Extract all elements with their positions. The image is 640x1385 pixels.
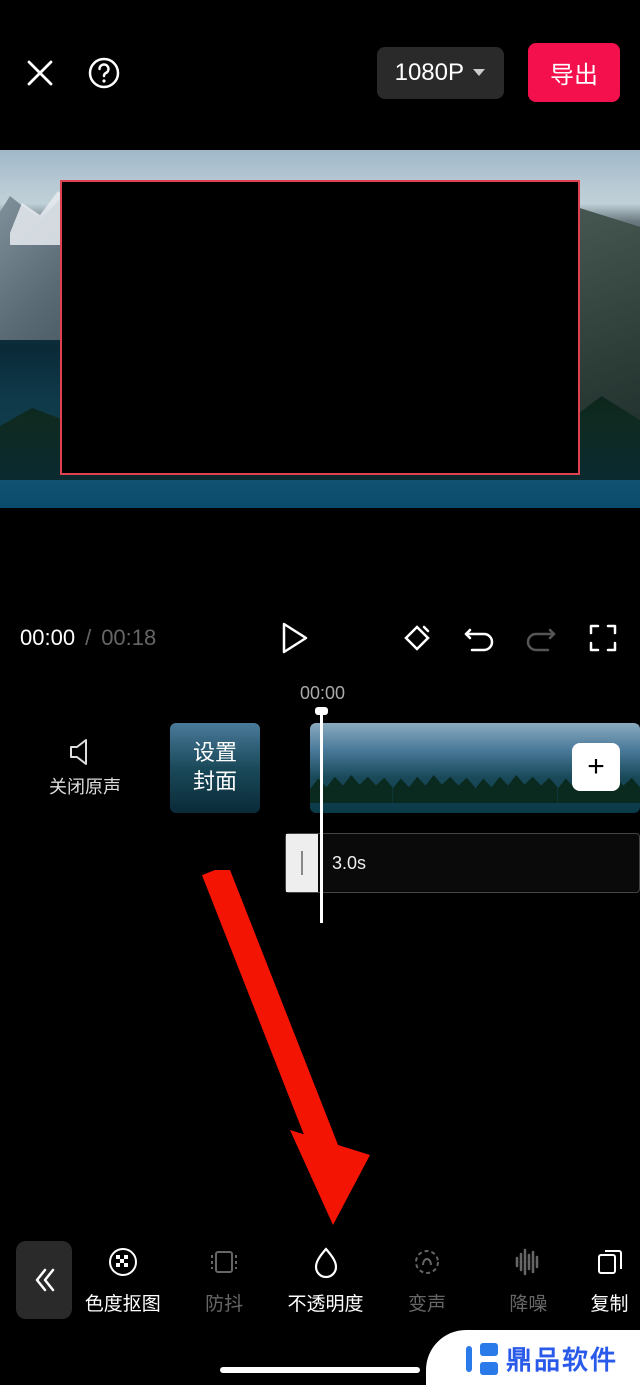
clip-handle[interactable] [286, 834, 318, 892]
audio-clip[interactable]: 3.0s [285, 833, 640, 893]
audio-duration: 3.0s [332, 853, 366, 874]
time-current: 00:00 [20, 625, 75, 651]
speaker-icon [68, 737, 102, 767]
tool-stabilize[interactable]: 防抖 [173, 1245, 274, 1316]
mute-toggle[interactable]: 关闭原声 [0, 737, 170, 799]
overlay-clip-bounds[interactable] [60, 180, 580, 475]
chevron-down-icon [472, 68, 486, 78]
mute-label: 关闭原声 [49, 773, 121, 799]
tool-denoise[interactable]: 降噪 [478, 1245, 579, 1316]
opacity-icon [309, 1245, 343, 1279]
close-icon[interactable] [20, 53, 60, 93]
collapse-button[interactable] [16, 1241, 72, 1319]
stabilize-icon [207, 1245, 241, 1279]
tool-bar: 色度抠图 防抖 不透明度 变声 降噪 复制 [0, 1220, 640, 1340]
time-total: 00:18 [101, 625, 156, 651]
fullscreen-icon[interactable] [586, 621, 620, 655]
tool-voice[interactable]: 变声 [376, 1245, 477, 1316]
tool-copy[interactable]: 复制 [579, 1245, 640, 1316]
tool-chroma[interactable]: 色度抠图 [72, 1245, 173, 1316]
voice-icon [410, 1245, 444, 1279]
watermark: 鼎品软件 [426, 1330, 640, 1385]
resolution-label: 1080P [395, 59, 464, 87]
set-cover-button[interactable]: 设置 封面 [170, 723, 260, 813]
home-indicator [220, 1367, 420, 1373]
redo-icon [524, 621, 558, 655]
chroma-icon [106, 1245, 140, 1279]
help-icon[interactable] [84, 53, 124, 93]
watermark-icon [466, 1343, 498, 1375]
export-button[interactable]: 导出 [528, 43, 620, 102]
play-icon[interactable] [278, 621, 312, 655]
ruler-tick: 00:00 [300, 683, 345, 704]
denoise-icon [511, 1245, 545, 1279]
playhead[interactable] [320, 713, 323, 923]
preview-canvas[interactable] [0, 150, 640, 508]
resolution-button[interactable]: 1080P [377, 47, 504, 99]
undo-icon[interactable] [462, 621, 496, 655]
add-clip-button[interactable]: + [572, 743, 620, 791]
keyframe-icon[interactable] [400, 621, 434, 655]
tool-opacity[interactable]: 不透明度 [275, 1245, 376, 1316]
timeline[interactable]: 关闭原声 设置 封面 + 3.0s [0, 713, 640, 933]
copy-icon [593, 1245, 627, 1279]
chevron-left-icon [31, 1267, 57, 1293]
time-sep: / [85, 625, 91, 651]
